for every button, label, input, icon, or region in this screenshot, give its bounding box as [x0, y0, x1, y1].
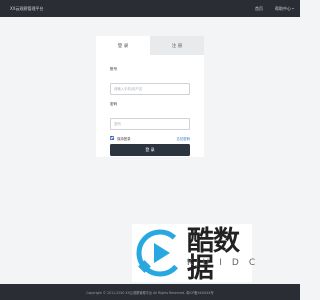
- footer: Copyright © 2011-2020 XX云观察管理平台 All Righ…: [0, 284, 300, 300]
- watermark: 酷数据 KUIDC: [132, 224, 255, 284]
- tab-register[interactable]: 注 册: [150, 36, 204, 55]
- tab-login[interactable]: 登 录: [96, 36, 150, 55]
- watermark-title: 酷数据: [187, 226, 240, 284]
- login-options: 保持登录 忘记密码: [110, 135, 190, 141]
- remember-label: 保持登录: [117, 136, 131, 141]
- brand-title: XX云观察管理平台: [10, 5, 44, 11]
- top-navbar: XX云观察管理平台 首页 帮助中心: [0, 0, 300, 17]
- forgot-password-link[interactable]: 忘记密码: [176, 136, 190, 141]
- footer-copyright: Copyright © 2011-2020 XX云观察管理平台 All Righ…: [86, 290, 214, 295]
- remember-checkbox[interactable]: [110, 136, 114, 140]
- login-form: 账号 密码 保持登录 忘记密码 登 录: [96, 67, 204, 156]
- login-button[interactable]: 登 录: [110, 144, 190, 156]
- password-input[interactable]: [110, 118, 190, 130]
- play-logo-icon: [136, 229, 184, 277]
- watermark-subtitle: KUIDC: [187, 258, 266, 268]
- nav-home-link[interactable]: 首页: [255, 6, 263, 12]
- top-nav: 首页 帮助中心: [255, 6, 294, 12]
- login-card: 登 录 注 册 账号 密码 保持登录 忘记密码 登 录: [96, 36, 204, 157]
- account-label: 账号: [110, 67, 118, 71]
- chevron-down-icon: [292, 8, 294, 9]
- account-input[interactable]: [110, 83, 190, 95]
- password-label: 密码: [110, 102, 118, 106]
- nav-help-link[interactable]: 帮助中心: [275, 6, 294, 12]
- nav-help-label: 帮助中心: [275, 5, 291, 11]
- auth-tabs: 登 录 注 册: [96, 36, 204, 55]
